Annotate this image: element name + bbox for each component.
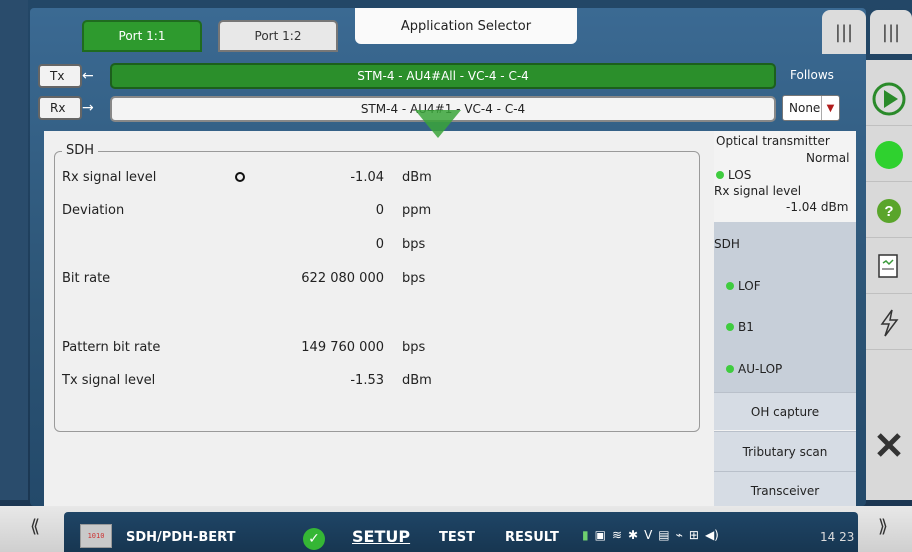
row-deviation-bps: 0 bps	[62, 237, 462, 257]
report-icon[interactable]	[866, 240, 912, 294]
row-value: 0	[375, 237, 384, 252]
tributary-scan-button[interactable]: Tributary scan	[714, 431, 856, 471]
tx-arrow-icon: ←	[82, 68, 94, 84]
status-dot-icon	[726, 282, 734, 290]
follows-label: Follows	[790, 68, 834, 82]
rx-level-value: -1.04 dBm	[786, 200, 849, 214]
tab-result[interactable]: RESULT	[505, 530, 559, 545]
row-label: Tx signal level	[62, 373, 156, 388]
panel-menu-icon[interactable]: |||	[822, 10, 866, 54]
help-icon[interactable]: ?	[866, 184, 912, 238]
scroll-left-icon[interactable]: ⟪	[30, 516, 40, 537]
clock: 14 23	[820, 530, 855, 544]
network-icon: ▤	[658, 528, 670, 542]
optical-state: Normal	[806, 151, 850, 165]
wifi-icon: ≋	[611, 528, 623, 542]
row-value: 622 080 000	[301, 271, 384, 286]
lan-icon: ⊞	[688, 528, 699, 542]
follows-select[interactable]: None ▼	[782, 95, 840, 121]
row-unit: dBm	[402, 373, 432, 388]
svg-text:?: ?	[884, 203, 893, 220]
row-value: -1.53	[350, 373, 384, 388]
status-dot-icon	[716, 171, 724, 179]
chevron-down-icon: ▼	[821, 96, 839, 120]
sdh-legend: SDH	[62, 143, 99, 158]
alarm-au-lop: AU-LOP	[726, 362, 782, 376]
camera-icon: ▣	[594, 528, 606, 542]
tab-port-1-2[interactable]: Port 1:2	[218, 20, 338, 52]
optical-title: Optical transmitter	[716, 134, 830, 148]
sdh-status-title: SDH	[714, 237, 740, 251]
los-alarm: LOS	[716, 168, 751, 182]
row-value: 149 760 000	[301, 340, 384, 355]
panel-menu-icon-2[interactable]: |||	[870, 10, 912, 54]
tab-test[interactable]: TEST	[439, 530, 475, 545]
tx-label[interactable]: Tx	[38, 64, 82, 88]
close-icon[interactable]	[866, 410, 912, 480]
row-tx-signal-level: Tx signal level -1.53 dBm	[62, 373, 462, 393]
rx-label[interactable]: Rx	[38, 96, 82, 120]
app-icon: 1010	[80, 524, 112, 548]
row-value: 0	[375, 203, 384, 218]
row-pattern-bit-rate: Pattern bit rate 149 760 000 bps	[62, 340, 462, 360]
alarm-b1: B1	[726, 320, 754, 334]
system-tray: ▮ ▣ ≋ ✱ V ▤ ⌁ ⊞ ◀)	[582, 528, 719, 542]
row-unit: bps	[402, 237, 426, 252]
status-dot-icon	[726, 365, 734, 373]
row-value: -1.04	[350, 170, 384, 185]
tx-path-selector[interactable]: STM-4 - AU4#All - VC-4 - C-4	[110, 63, 776, 89]
app-name: SDH/PDH-BERT	[126, 530, 236, 545]
tab-setup[interactable]: SETUP	[352, 527, 410, 546]
play-icon[interactable]	[866, 72, 912, 126]
oh-capture-button[interactable]: OH capture	[714, 392, 856, 430]
error-inject-icon[interactable]	[866, 296, 912, 350]
alarm-lof: LOF	[726, 279, 761, 293]
tab-port-1-1[interactable]: Port 1:1	[82, 20, 202, 52]
row-deviation: Deviation 0 ppm	[62, 203, 462, 223]
status-led-icon	[866, 128, 912, 182]
row-unit: bps	[402, 340, 426, 355]
selection-pointer-icon	[415, 110, 461, 138]
row-unit: bps	[402, 271, 426, 286]
row-unit: ppm	[402, 203, 432, 218]
row-unit: dBm	[402, 170, 432, 185]
rx-arrow-icon: →	[82, 100, 94, 116]
row-label: Rx signal level	[62, 170, 157, 185]
follows-value: None	[789, 101, 821, 115]
row-label: Pattern bit rate	[62, 340, 161, 355]
transceiver-button[interactable]: Transceiver	[714, 471, 856, 509]
scroll-right-icon[interactable]: ⟫	[878, 516, 888, 537]
row-rx-signal-level: Rx signal level -1.04 dBm	[62, 170, 462, 190]
row-label: Deviation	[62, 203, 125, 218]
row-bit-rate: Bit rate 622 080 000 bps	[62, 271, 462, 291]
rx-level-label: Rx signal level	[714, 184, 802, 198]
bluetooth-icon: ✱	[628, 528, 639, 542]
usb-icon: ⌁	[675, 528, 683, 542]
power-icon: ▮	[582, 528, 589, 542]
application-selector[interactable]: Application Selector	[355, 8, 577, 44]
status-dot-icon	[726, 323, 734, 331]
signal-icon: V	[644, 528, 653, 542]
left-strip	[0, 0, 28, 500]
volume-icon[interactable]: ◀)	[705, 528, 719, 542]
check-icon: ✓	[303, 528, 325, 550]
row-label: Bit rate	[62, 271, 111, 286]
